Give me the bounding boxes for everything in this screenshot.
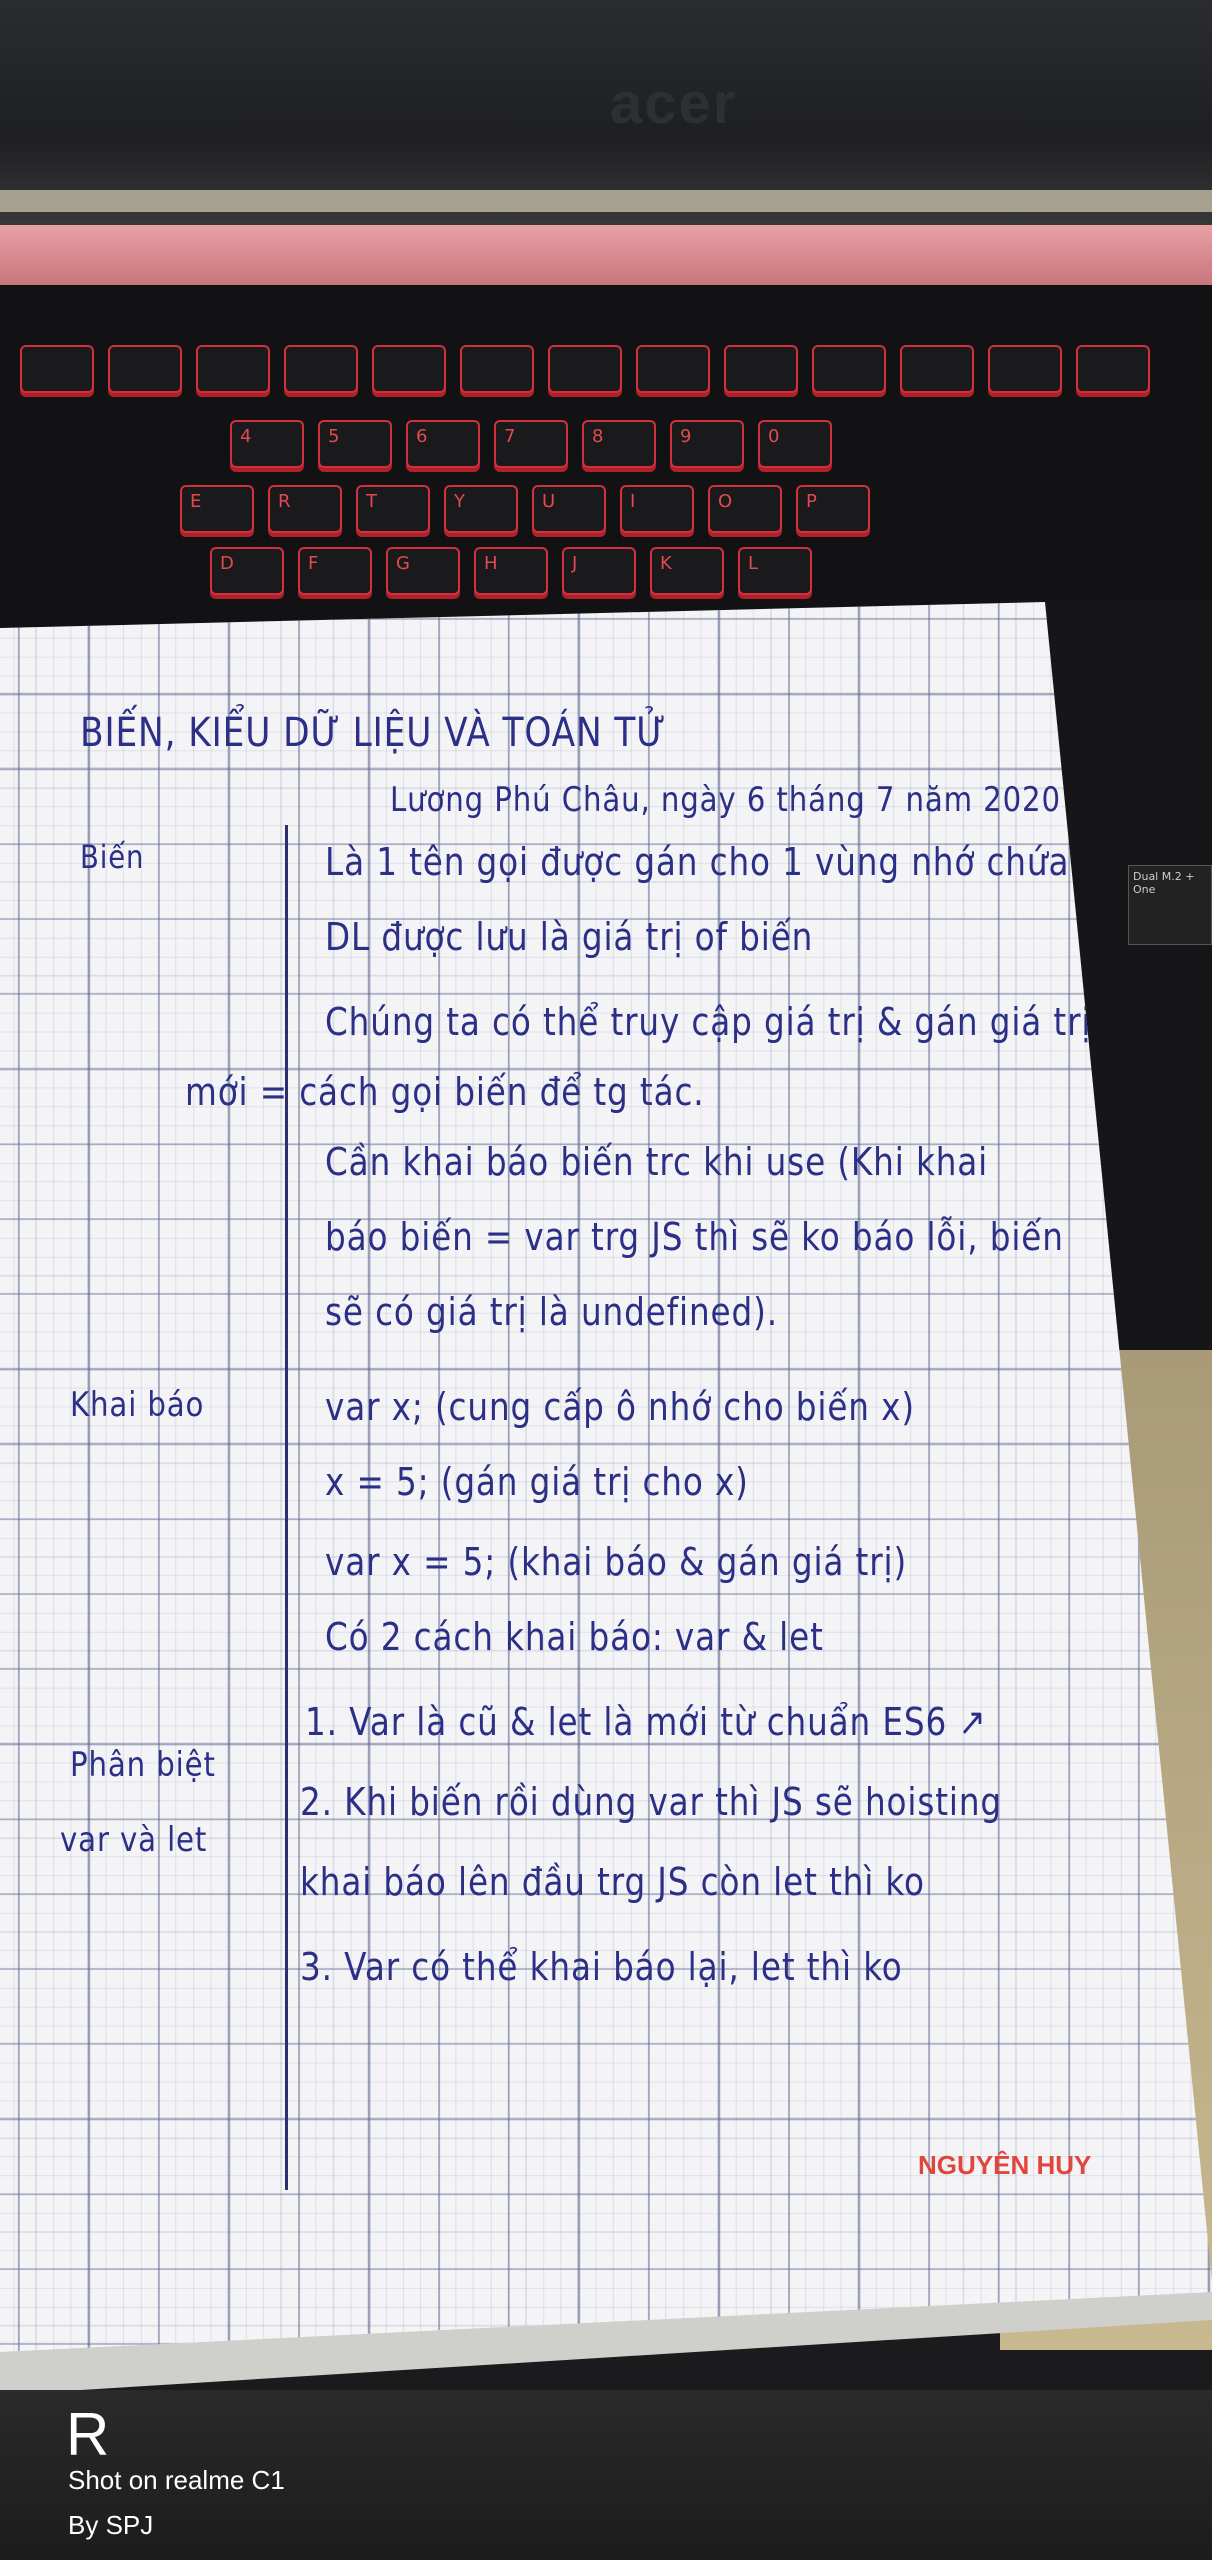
watermark-line-1: Shot on realme C1 [68, 2465, 285, 2495]
keyboard-key [636, 345, 710, 393]
watermark-line-2: By SPJ [68, 2510, 154, 2540]
keyboard-key [988, 345, 1062, 393]
keyboard-key: 7 [494, 420, 568, 468]
keyboard-key: R [268, 485, 342, 533]
keyboard-key: U [532, 485, 606, 533]
keyboard-key [1076, 345, 1150, 393]
note-line: var x; (cung cấp ô nhớ cho biến x) [325, 1385, 915, 1429]
note-date: Lương Phú Châu, ngày 6 tháng 7 năm 2020 [390, 780, 1061, 820]
note-line: 1. Var là cũ & let là mới từ chuẩn ES6 ↗ [305, 1700, 987, 1744]
margin-line [285, 825, 288, 2190]
keyboard-key: 9 [670, 420, 744, 468]
keyboard-key: 0 [758, 420, 832, 468]
keyboard-key: 5 [318, 420, 392, 468]
margin-label: Biến [80, 838, 145, 876]
margin-label: var và let [60, 1820, 208, 1860]
keyboard-key [284, 345, 358, 393]
keyboard-key [460, 345, 534, 393]
note-line: Là 1 tên gọi được gán cho 1 vùng nhớ chứ… [325, 840, 1126, 884]
keyboard-key: E [180, 485, 254, 533]
keyboard-key: 6 [406, 420, 480, 468]
keyboard-key: Y [444, 485, 518, 533]
notebook-brand: NGUYÊN HUY [918, 2150, 1092, 2180]
note-line: Có 2 cách khai báo: var & let [325, 1615, 824, 1659]
keyboard-key [372, 345, 446, 393]
keyboard-key: 8 [582, 420, 656, 468]
keyboard-key: J [562, 547, 636, 595]
keyboard-key: I [620, 485, 694, 533]
keyboard-key [900, 345, 974, 393]
realme-logo: R [66, 2401, 110, 2468]
keyboard-key [724, 345, 798, 393]
note-line: sẽ có giá trị là undefined). [325, 1290, 778, 1334]
keyboard-key: T [356, 485, 430, 533]
laptop-edge [0, 225, 1212, 285]
keyboard-key: G [386, 547, 460, 595]
note-line: Cần khai báo biến trc khi use (Khi khai [325, 1140, 989, 1184]
laptop-sticker: Dual M.2 + One [1128, 865, 1212, 945]
keyboard-key [20, 345, 94, 393]
note-line: x = 5; (gán giá trị cho x) [325, 1460, 749, 1504]
note-line: DL được lưu là giá trị of biến [325, 915, 814, 959]
note-line: 3. Var có thể khai báo lại, let thì ko [300, 1945, 903, 1989]
keyboard-key [548, 345, 622, 393]
keyboard-key: P [796, 485, 870, 533]
note-line: var x = 5; (khai báo & gán giá trị) [325, 1540, 908, 1584]
keyboard-key: L [738, 547, 812, 595]
keyboard-key: K [650, 547, 724, 595]
margin-label: Phân biệt [70, 1745, 216, 1785]
keyboard-key [812, 345, 886, 393]
margin-label: Khai báo [70, 1385, 205, 1425]
note-line: mới = cách gọi biến để tg tác. [185, 1070, 705, 1114]
acer-logo: acer [610, 71, 738, 136]
keyboard-key: H [474, 547, 548, 595]
note-title: BIẾN, KIỂU DỮ LIỆU VÀ TOÁN TỬ [80, 710, 667, 756]
note-line: khai báo lên đầu trg JS còn let thì ko [300, 1860, 925, 1904]
keyboard-key [196, 345, 270, 393]
laptop-hinge [0, 190, 1212, 212]
note-line: báo biến = var trg JS thì sẽ ko báo lỗi,… [325, 1215, 1064, 1259]
note-line: Chúng ta có thể truy cập giá trị & gán g… [325, 1000, 1092, 1044]
keyboard-key: 4 [230, 420, 304, 468]
note-line: 2. Khi biến rồi dùng var thì JS sẽ hoist… [300, 1780, 1003, 1824]
keyboard-key [108, 345, 182, 393]
keyboard-key: O [708, 485, 782, 533]
keyboard-key: D [210, 547, 284, 595]
keyboard-key: F [298, 547, 372, 595]
